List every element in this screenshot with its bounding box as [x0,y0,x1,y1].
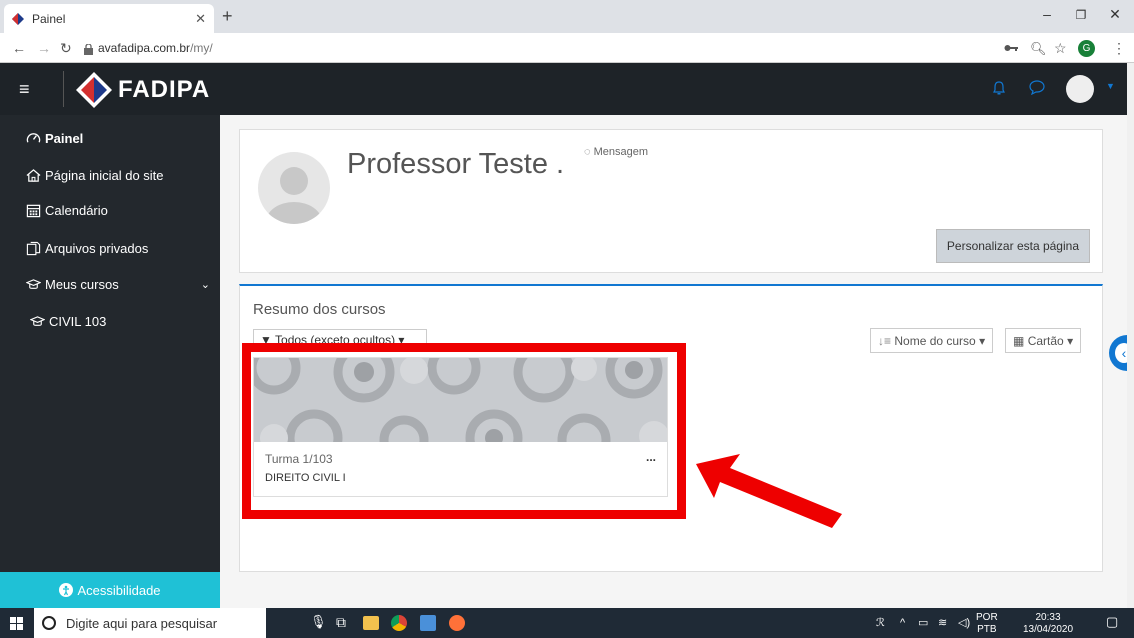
action-center-icon[interactable]: ▢ [1106,615,1118,628]
files-icon [26,241,41,256]
message-label: Mensagem [593,146,649,158]
sort-icon: ↓≡ [878,334,892,348]
sidebar-item-label: CIVIL 103 [49,314,107,329]
caret-down-icon: ▾ [979,334,986,348]
customize-page-button[interactable]: Personalizar esta página [935,229,1090,263]
sidebar-item-label: Página inicial do site [45,168,164,183]
new-tab-icon[interactable]: + [222,6,233,27]
page-scrollbar[interactable] [1127,63,1134,608]
wifi-icon[interactable]: ≋ [938,617,947,629]
language-top: POR [976,612,998,623]
chevron-down-icon[interactable]: ▼ [1106,81,1115,91]
key-icon[interactable] [1004,44,1018,52]
caret-down-icon: ▾ [1067,334,1074,348]
language-bottom: PTB [977,624,997,635]
firefox-icon[interactable] [449,615,465,631]
tray-chevron-up-icon[interactable]: ^ [900,617,905,629]
site-navbar: ≡ FADIPA ▼ [0,63,1134,115]
profile-name: Professor Teste . [347,148,565,180]
view-dropdown[interactable]: ▦ Cartão ▾ [1005,328,1082,353]
calendar-icon [26,204,41,218]
url-domain: avafadipa.com.br [98,41,191,55]
dashboard-icon [26,133,41,143]
taskbar-search[interactable]: Digite aqui para pesquisar [34,608,266,638]
accessibility-label: Acessibilidade [77,582,161,598]
notification-bell-icon[interactable] [993,81,1005,95]
close-window-icon[interactable]: ✕ [1100,6,1130,23]
highlight-box [242,343,686,519]
volume-icon[interactable]: ◁) [958,617,970,629]
accessibility-button[interactable]: Acessibilidade [0,572,220,608]
sidebar-item-private-files[interactable]: Arquivos privados [26,241,148,256]
accessibility-icon [59,583,74,597]
sidebar-item-label: Calendário [45,203,108,218]
sidebar-item-label: Painel [45,131,84,146]
view-label: Cartão [1027,334,1064,348]
bookmark-star-icon[interactable]: ☆ [1054,40,1067,57]
home-icon [26,169,41,182]
sidebar-item-calendar[interactable]: Calendário [26,203,108,218]
navbar-divider [63,71,64,107]
tab-title: Painel [32,11,66,26]
battery-icon[interactable]: ▭ [918,617,928,629]
browser-tab-strip: Painel ✕ + – ❐ ✕ [0,0,1134,33]
profile-avatar[interactable] [258,152,330,224]
sidebar-item-label: Arquivos privados [45,241,149,256]
url-path: /my/ [190,41,213,55]
search-placeholder: Digite aqui para pesquisar [66,615,218,631]
minimize-icon[interactable]: – [1032,6,1062,22]
clock[interactable]: 20:33 13/04/2020 [1010,612,1086,636]
file-explorer-icon[interactable] [363,616,379,630]
sort-label: Nome do curso [894,334,976,348]
restore-icon[interactable]: ❐ [1066,8,1096,22]
browser-menu-icon[interactable]: ⋮ [1112,40,1126,57]
microphone-icon[interactable]: 🎙︎ [310,614,327,630]
chrome-icon[interactable] [391,615,407,631]
lock-icon [84,44,93,55]
sidebar-item-painel[interactable]: Painel [26,131,83,146]
user-avatar[interactable] [1066,75,1094,103]
people-icon[interactable]: ℛ [876,617,885,629]
profile-avatar[interactable]: G [1078,40,1095,57]
task-view-icon[interactable]: ⧉ [336,614,346,631]
message-link[interactable]: ◌ Mensagem [584,146,648,158]
windows-start-icon[interactable] [10,617,23,630]
input-language[interactable]: POR PTB [976,612,998,636]
messages-icon[interactable] [1029,80,1045,95]
clock-time: 20:33 [1035,612,1061,623]
clock-date: 13/04/2020 [1022,624,1074,635]
fadipa-logo-icon [76,72,112,108]
sidebar-item-label: Meus cursos [45,277,119,292]
sidebar-item-home[interactable]: Página inicial do site [26,168,164,183]
site-logo[interactable]: FADIPA [76,72,210,108]
graduation-cap-icon [26,279,41,289]
hamburger-menu-icon[interactable]: ≡ [19,79,30,100]
app-icon[interactable] [420,615,436,631]
block-title: Resumo dos cursos [253,301,386,318]
speech-bubble-icon: ◌ [584,146,591,158]
close-tab-icon[interactable]: ✕ [195,11,206,27]
reload-icon[interactable]: ↻ [60,40,72,57]
annotation-arrow-icon [696,454,842,528]
zoom-icon[interactable]: 🔍︎ [1030,41,1047,57]
graduation-cap-icon [30,316,45,326]
forward-icon[interactable]: → [37,40,51,56]
browser-tab[interactable]: Painel ✕ [4,4,214,33]
windows-taskbar: Digite aqui para pesquisar 🎙︎ ⧉ ℛ ^ ▭ ≋ … [0,608,1134,638]
user-silhouette-icon [266,167,322,224]
profile-header: Professor Teste . ◌ Mensagem Personaliza… [239,129,1103,273]
cortana-icon [42,616,56,630]
chevron-down-icon[interactable]: ⌄ [201,278,210,291]
back-icon[interactable]: ← [12,40,26,56]
address-bar: ← → ↻ avafadipa.com.br/my/ 🔍︎ ☆ G ⋮ [0,33,1134,63]
sidebar-drawer: Painel Página inicial do site Calendário… [0,115,220,608]
sidebar-item-civil-103[interactable]: CIVIL 103 [30,314,106,329]
grid-icon: ▦ [1013,334,1025,348]
brand-name: FADIPA [118,76,211,103]
sidebar-item-my-courses[interactable]: Meus cursos ⌄ [26,277,210,292]
sort-dropdown[interactable]: ↓≡ Nome do curso ▾ [870,328,994,353]
fadipa-favicon-icon [12,12,24,25]
url-field[interactable]: avafadipa.com.br/my/ [98,41,213,55]
